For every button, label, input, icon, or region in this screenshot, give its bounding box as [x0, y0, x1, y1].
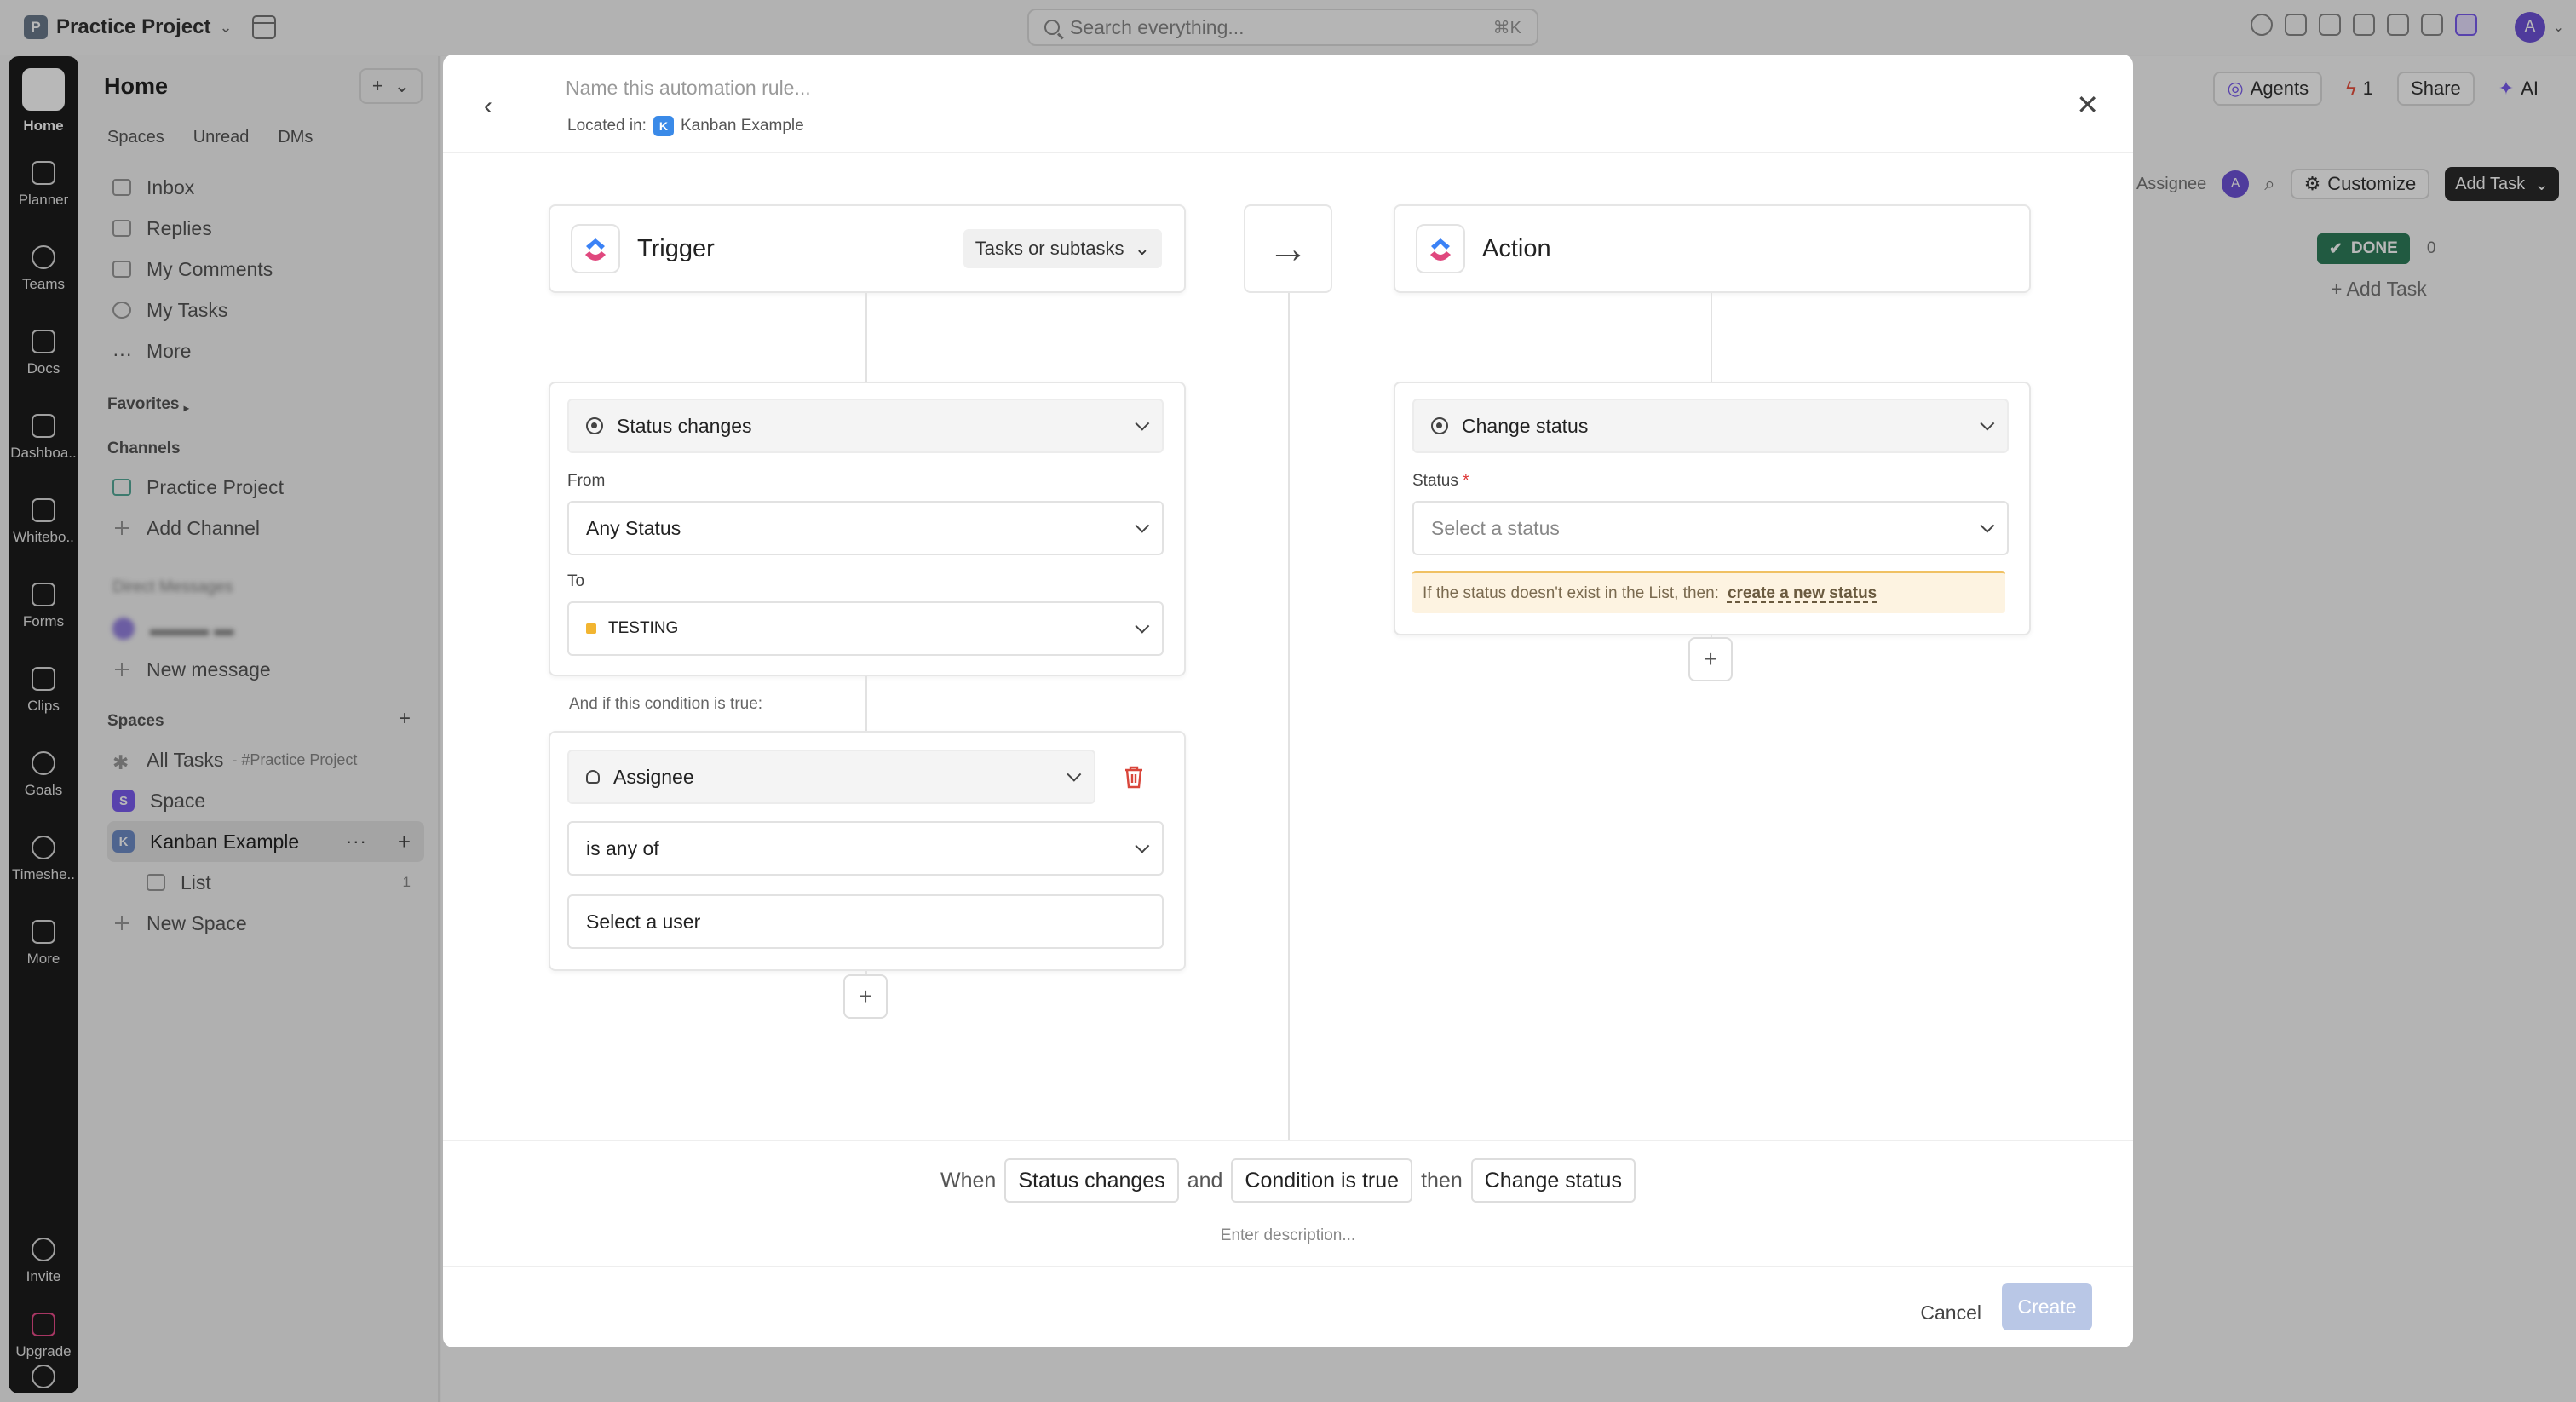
condition-label: And if this condition is true: — [569, 695, 763, 713]
status-placeholder: Select a status — [1431, 516, 1560, 539]
back-icon[interactable]: ‹ — [484, 92, 492, 121]
rule-name-input[interactable]: Name this automation rule... — [566, 77, 811, 100]
location-avatar: K — [653, 116, 674, 136]
from-status-value: Any Status — [586, 516, 681, 539]
arrow-right-icon: → — [1244, 204, 1332, 293]
connector-line — [865, 676, 867, 731]
status-icon — [1431, 417, 1448, 434]
condition-operator-dropdown[interactable]: is any of — [567, 821, 1164, 876]
modal-header: ‹ Name this automation rule... Located i… — [443, 55, 2133, 153]
summary-condition-chip[interactable]: Condition is true — [1231, 1158, 1413, 1203]
status-field-label: Status * — [1412, 472, 1469, 491]
warning-text: If the status doesn't exist in the List,… — [1423, 583, 1719, 602]
connector-line — [865, 293, 867, 382]
action-header: Action — [1395, 206, 2029, 291]
automation-modal: ‹ Name this automation rule... Located i… — [443, 55, 2133, 1347]
chevron-down-icon: ⌄ — [1134, 238, 1150, 259]
summary-word: When — [940, 1168, 997, 1192]
trash-icon[interactable] — [1123, 765, 1145, 789]
summary-action-chip[interactable]: Change status — [1470, 1158, 1636, 1203]
action-card: Action — [1394, 204, 2031, 293]
condition-field-label: Assignee — [613, 765, 694, 788]
condition-field-dropdown[interactable]: Assignee — [567, 750, 1095, 804]
create-status-link[interactable]: create a new status — [1728, 584, 1877, 603]
chevron-down-icon — [1067, 767, 1082, 782]
action-event-dropdown[interactable]: Change status — [1412, 399, 2009, 453]
required-mark: * — [1463, 472, 1469, 490]
trigger-event-label: Status changes — [617, 414, 752, 437]
task-scope-dropdown[interactable]: Tasks or subtasks ⌄ — [963, 229, 1162, 268]
status-warning: If the status doesn't exist in the List,… — [1412, 571, 2005, 613]
person-icon — [586, 770, 600, 784]
summary-word: then — [1421, 1168, 1463, 1192]
to-status-dropdown[interactable]: TESTING — [567, 601, 1164, 656]
add-action-button[interactable]: + — [1688, 637, 1733, 681]
trigger-card: Trigger Tasks or subtasks ⌄ — [549, 204, 1186, 293]
location-indicator: Located in: K Kanban Example — [567, 116, 804, 136]
status-color-swatch — [586, 623, 596, 634]
connector-line — [1711, 293, 1712, 382]
from-label: From — [567, 472, 606, 490]
to-label: To — [567, 572, 585, 590]
summary-sentence: When Status changes and Condition is tru… — [443, 1158, 2133, 1203]
condition-operator-label: is any of — [586, 836, 659, 859]
description-input[interactable]: Enter description... — [443, 1227, 2133, 1245]
trigger-event-dropdown[interactable]: Status changes — [567, 399, 1164, 453]
chevron-down-icon — [1135, 416, 1150, 431]
cancel-button[interactable]: Cancel — [1920, 1290, 1981, 1336]
located-label: Located in: — [567, 117, 647, 135]
create-button[interactable]: Create — [2002, 1283, 2092, 1330]
summary-word: and — [1187, 1168, 1223, 1192]
clickup-logo-icon — [571, 224, 620, 273]
chevron-down-icon — [1135, 618, 1150, 634]
task-scope-label: Tasks or subtasks — [975, 238, 1124, 259]
close-icon[interactable]: ✕ — [2076, 89, 2099, 121]
action-event-label: Change status — [1462, 414, 1589, 437]
rule-summary: When Status changes and Condition is tru… — [443, 1140, 2133, 1267]
chevron-down-icon — [1135, 838, 1150, 853]
status-icon — [586, 417, 603, 434]
status-dropdown[interactable]: Select a status — [1412, 501, 2009, 555]
summary-trigger-chip[interactable]: Status changes — [1004, 1158, 1179, 1203]
chevron-down-icon — [1980, 416, 1995, 431]
chevron-down-icon — [1135, 518, 1150, 533]
user-select-placeholder: Select a user — [586, 910, 701, 933]
user-select-input[interactable]: Select a user — [567, 894, 1164, 949]
status-label-text: Status — [1412, 472, 1458, 490]
add-condition-button[interactable]: + — [843, 974, 888, 1019]
trigger-title: Trigger — [637, 234, 715, 262]
trigger-header: Trigger Tasks or subtasks ⌄ — [550, 206, 1184, 291]
clickup-logo-icon — [1416, 224, 1465, 273]
from-status-dropdown[interactable]: Any Status — [567, 501, 1164, 555]
to-status-value: TESTING — [608, 619, 679, 637]
divider-line — [1288, 293, 1290, 1140]
action-title: Action — [1482, 234, 1551, 262]
location-name[interactable]: Kanban Example — [681, 117, 804, 135]
chevron-down-icon — [1980, 518, 1995, 533]
